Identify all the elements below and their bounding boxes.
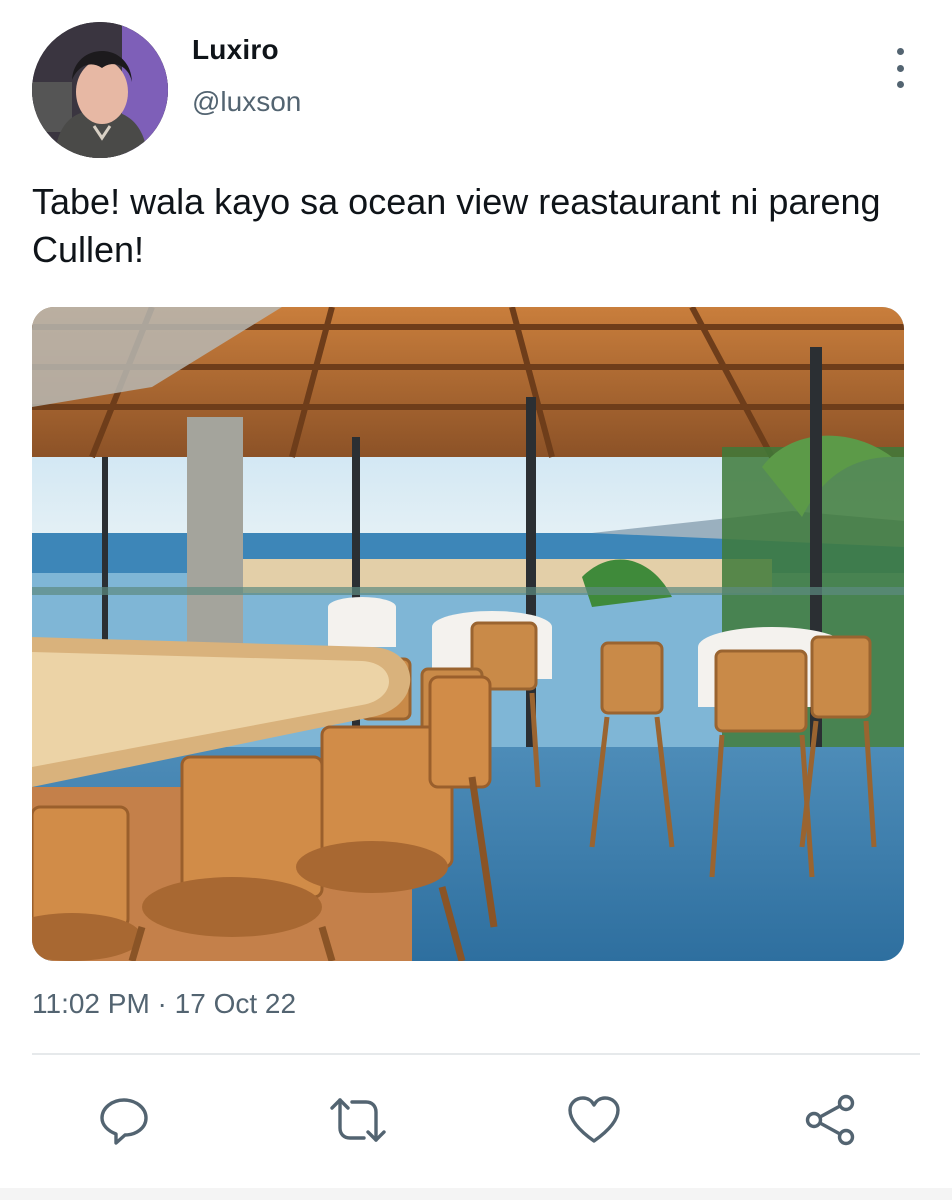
tweet-header: Luxiro @luxson xyxy=(32,22,920,162)
tweet-text: Tabe! wala kayo sa ocean view reastauran… xyxy=(32,181,881,270)
display-name[interactable]: Luxiro xyxy=(192,34,279,66)
retweet-icon[interactable] xyxy=(328,1090,388,1150)
heart-icon[interactable] xyxy=(564,1090,624,1150)
user-handle[interactable]: @luxson xyxy=(192,86,301,118)
divider xyxy=(32,1053,920,1055)
tweet-timestamp[interactable]: 11:02 PM · 17 Oct 22 xyxy=(32,988,296,1020)
avatar[interactable] xyxy=(32,22,168,158)
reply-icon[interactable] xyxy=(94,1090,154,1150)
bottom-edge xyxy=(0,1188,952,1200)
more-options-icon[interactable] xyxy=(888,48,912,88)
share-icon[interactable] xyxy=(800,1090,860,1150)
tweet-actions xyxy=(0,1090,952,1150)
tweet-photo[interactable] xyxy=(32,307,904,961)
